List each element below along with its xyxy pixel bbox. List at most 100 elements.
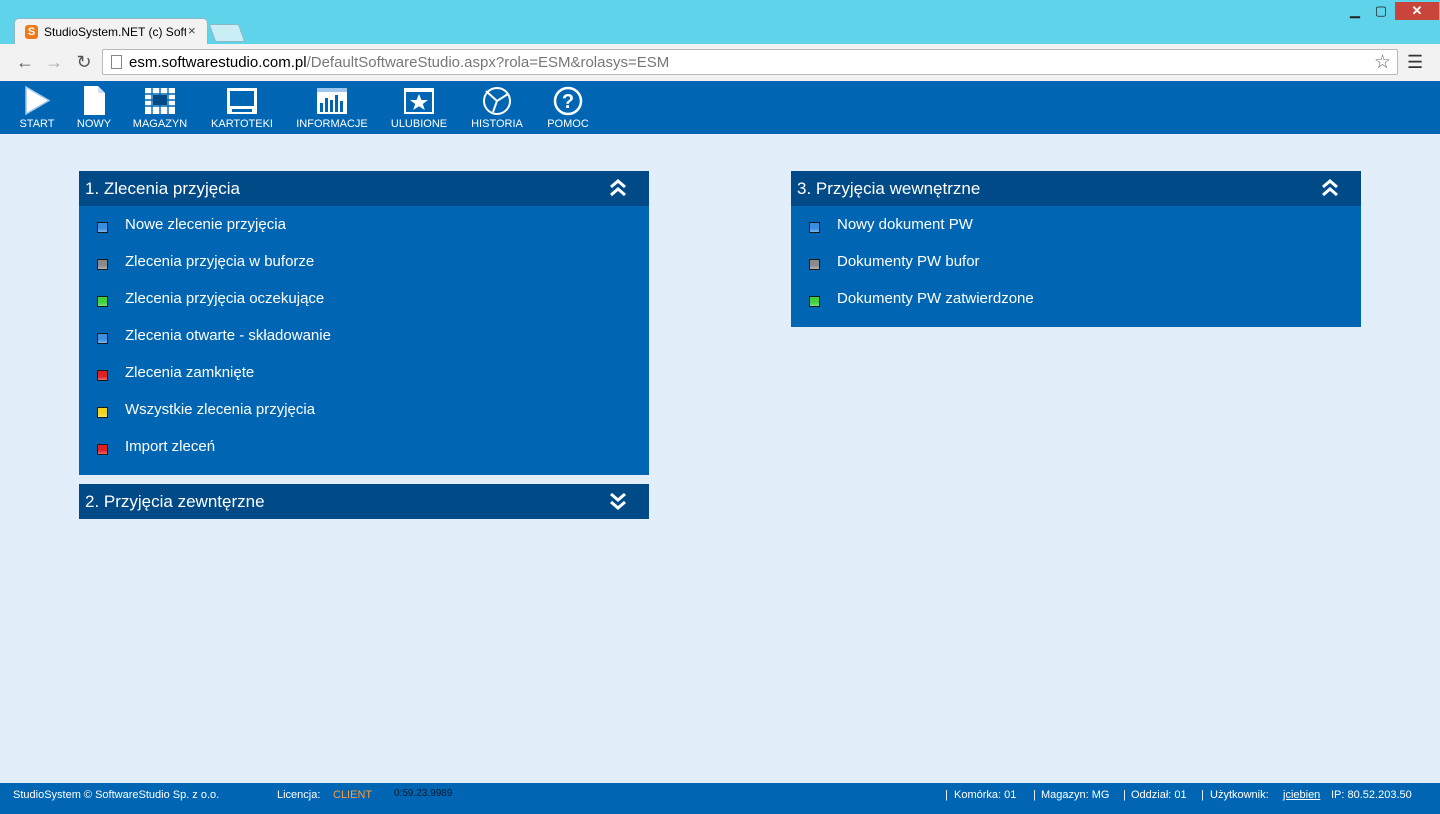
warehouse-info: Magazyn: MG xyxy=(1041,789,1110,801)
menu-item-label: Zlecenia zamknięte xyxy=(125,364,255,381)
history-label: HISTORIA xyxy=(471,118,523,130)
new-button[interactable]: NOWY xyxy=(72,85,116,130)
monitor-icon xyxy=(227,88,257,114)
back-arrow-icon[interactable]: ← xyxy=(15,52,35,73)
status-bar: StudioSystem © SoftwareStudio Sp. z o.o.… xyxy=(0,783,1440,814)
expand-chevron-icon[interactable] xyxy=(609,490,627,512)
minimize-icon[interactable]: ▁ xyxy=(1342,2,1368,20)
main-content: 1. Zlecenia przyjęcia Nowe zlecenie przy… xyxy=(0,134,1440,783)
user-link[interactable]: jciebien xyxy=(1283,789,1320,801)
page-icon xyxy=(111,55,122,69)
information-label: INFORMACJE xyxy=(296,118,368,130)
panel-header[interactable]: 1. Zlecenia przyjęcia xyxy=(79,171,649,206)
start-label: START xyxy=(19,118,55,130)
records-label: KARTOTEKI xyxy=(211,118,273,130)
star-icon xyxy=(404,88,434,114)
separator: | xyxy=(1201,789,1204,801)
information-button[interactable]: INFORMACJE xyxy=(293,85,371,130)
license-label: Licencja: xyxy=(277,789,321,801)
status-square-icon xyxy=(809,222,820,233)
panel-external-receipts: 2. Przyjęcia zewntęrzne xyxy=(79,484,649,519)
menu-item[interactable]: Dokumenty PW bufor xyxy=(791,245,1361,282)
browser-toolbar: ← → ↻ esm.softwarestudio.com.pl/DefaultS… xyxy=(0,44,1440,81)
new-label: NOWY xyxy=(76,118,112,130)
app-toolbar: START NOWY MAGAZYN KARTOTEKI INFORMACJE … xyxy=(0,81,1440,134)
panel-items: Nowy dokument PW Dokumenty PW bufor Dokume… xyxy=(791,206,1361,327)
cell-info: Komórka: 01 xyxy=(954,789,1017,801)
records-button[interactable]: KARTOTEKI xyxy=(205,85,279,130)
tab-close-icon[interactable]: × xyxy=(188,23,196,38)
browser-tab[interactable]: S StudioSystem.NET (c) Soft × xyxy=(14,18,208,44)
branch-info: Oddział: 01 xyxy=(1131,789,1187,801)
reload-icon[interactable]: ↻ xyxy=(74,52,94,73)
session-timer: 0:59.23.9989 xyxy=(394,788,456,799)
panel-title: 3. Przyjęcia wewnętrzne xyxy=(797,179,981,198)
menu-item-label: Nowy dokument PW xyxy=(837,216,973,233)
status-square-icon xyxy=(97,222,108,233)
svg-text:?: ? xyxy=(562,91,574,113)
browser-titlebar: S StudioSystem.NET (c) Soft × ▁ ▢ ✕ xyxy=(0,0,1440,44)
menu-item[interactable]: Zlecenia zamknięte xyxy=(79,356,649,393)
help-label: POMOC xyxy=(547,118,589,130)
collapse-chevron-icon[interactable] xyxy=(1321,177,1339,199)
menu-item-label: Wszystkie zlecenia przyjęcia xyxy=(125,401,316,418)
warehouse-label: MAGAZYN xyxy=(132,118,188,130)
history-icon xyxy=(483,87,511,115)
status-square-icon xyxy=(97,370,108,381)
panel-header[interactable]: 3. Przyjęcia wewnętrzne xyxy=(791,171,1361,206)
new-tab-button[interactable] xyxy=(208,24,246,42)
menu-item-label: Dokumenty PW zatwierdzone xyxy=(837,290,1034,307)
status-square-icon xyxy=(97,407,108,418)
menu-item-label: Zlecenia przyjęcia w buforze xyxy=(125,253,315,270)
menu-item[interactable]: Zlecenia przyjęcia w buforze xyxy=(79,245,649,282)
favorites-button[interactable]: ULUBIONE xyxy=(386,85,452,130)
menu-item-label: Dokumenty PW bufor xyxy=(837,253,980,270)
separator: | xyxy=(1123,789,1126,801)
start-button[interactable]: START xyxy=(14,85,60,130)
url-host: esm.softwarestudio.com.pl xyxy=(129,54,307,71)
menu-item-label: Zlecenia przyjęcia oczekujące xyxy=(125,290,325,307)
bookmark-star-icon[interactable]: ☆ xyxy=(1374,51,1391,74)
collapse-chevron-icon[interactable] xyxy=(609,177,627,199)
status-square-icon xyxy=(809,296,820,307)
status-square-icon xyxy=(97,259,108,270)
menu-item[interactable]: Zlecenia otwarte - składowanie xyxy=(79,319,649,356)
separator: | xyxy=(945,789,948,801)
favorites-label: ULUBIONE xyxy=(390,118,448,130)
menu-item-label: Zlecenia otwarte - składowanie xyxy=(125,327,331,344)
address-bar[interactable]: esm.softwarestudio.com.pl/DefaultSoftwar… xyxy=(102,49,1398,75)
warehouse-grid-icon xyxy=(145,88,175,114)
tab-title: StudioSystem.NET (c) Soft xyxy=(44,25,186,39)
menu-item[interactable]: Nowe zlecenie przyjęcia xyxy=(79,208,649,245)
status-square-icon xyxy=(97,296,108,307)
panel-receiving-orders: 1. Zlecenia przyjęcia Nowe zlecenie przy… xyxy=(79,171,649,475)
license-value: CLIENT xyxy=(333,789,373,801)
forward-arrow-icon[interactable]: → xyxy=(44,52,64,73)
new-document-icon xyxy=(84,86,105,115)
history-button[interactable]: HISTORIA xyxy=(465,85,529,130)
menu-item[interactable]: Dokumenty PW zatwierdzone xyxy=(791,282,1361,319)
warehouse-button[interactable]: MAGAZYN xyxy=(128,85,192,130)
browser-menu-icon[interactable]: ☰ xyxy=(1407,52,1423,73)
status-square-icon xyxy=(97,333,108,344)
studiosystem-favicon-icon: S xyxy=(25,25,38,39)
panel-internal-receipts: 3. Przyjęcia wewnętrzne Nowy dokument PW… xyxy=(791,171,1361,327)
menu-item[interactable]: Nowy dokument PW xyxy=(791,208,1361,245)
menu-item[interactable]: Zlecenia przyjęcia oczekujące xyxy=(79,282,649,319)
play-icon xyxy=(25,85,51,116)
menu-item-label: Nowe zlecenie przyjęcia xyxy=(125,216,286,233)
status-square-icon xyxy=(97,444,108,455)
panel-title: 1. Zlecenia przyjęcia xyxy=(85,179,240,198)
menu-item[interactable]: Wszystkie zlecenia przyjęcia xyxy=(79,393,649,430)
separator: | xyxy=(1033,789,1036,801)
ip-info: IP: 80.52.203.50 xyxy=(1331,789,1412,801)
help-button[interactable]: ? POMOC xyxy=(543,85,593,130)
help-icon: ? xyxy=(553,86,583,116)
window-close-icon[interactable]: ✕ xyxy=(1395,2,1439,20)
panel-title: 2. Przyjęcia zewntęrzne xyxy=(85,492,265,511)
maximize-icon[interactable]: ▢ xyxy=(1368,2,1394,20)
url-text[interactable]: esm.softwarestudio.com.pl/DefaultSoftwar… xyxy=(129,54,669,71)
copyright-text: StudioSystem © SoftwareStudio Sp. z o.o. xyxy=(13,789,220,801)
menu-item[interactable]: Import zleceń xyxy=(79,430,649,467)
panel-header[interactable]: 2. Przyjęcia zewntęrzne xyxy=(79,484,649,519)
